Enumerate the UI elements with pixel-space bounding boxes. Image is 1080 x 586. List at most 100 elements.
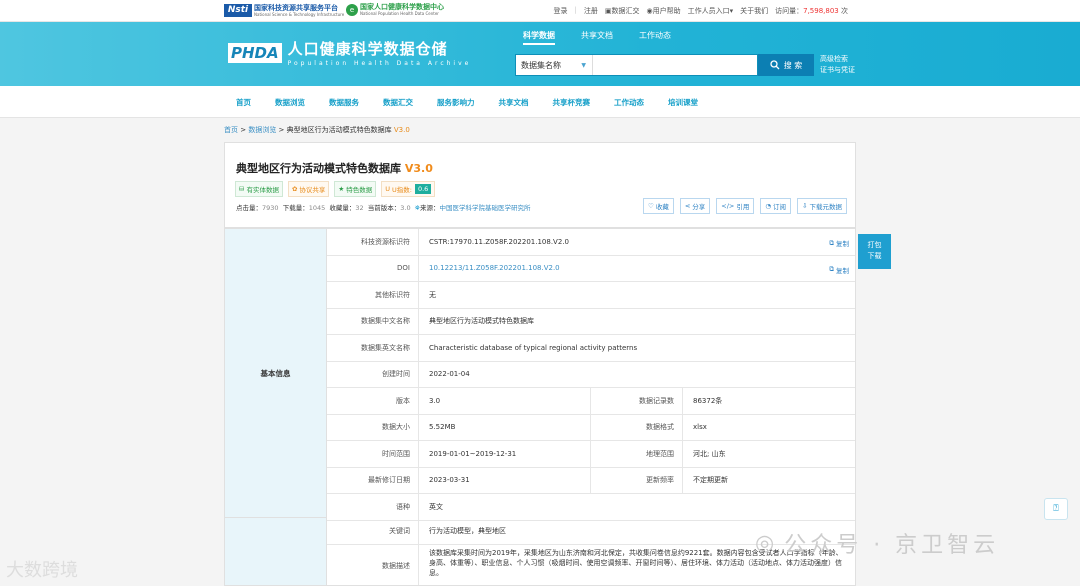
header-banner: PHDA 人口健康科学数据仓储 Population Health Data A…: [0, 22, 1080, 86]
nsti-logo-mark: Nsti: [224, 4, 252, 17]
tab-shared-docs[interactable]: 共享文档: [581, 30, 613, 45]
basic-info-group-label: 基本信息: [225, 229, 327, 518]
tab-science-data[interactable]: 科学数据: [523, 30, 555, 45]
watermark-brand: 大数跨境: [6, 560, 78, 581]
table-row: 数据集中文名称 典型地区行为活动模式特色数据库: [327, 308, 855, 335]
top-links: 登录 | 注册 ▣数据汇交 ◉用户帮助 工作人员入口▾ 关于我们 访问量：7,5…: [553, 6, 848, 16]
phda-logo: PHDA: [228, 42, 282, 63]
description-group-label: [225, 518, 327, 585]
u-index-value: 0.6: [414, 184, 432, 194]
nav-news[interactable]: 工作动态: [614, 97, 644, 108]
table-row: 其他标识符 无: [327, 282, 855, 309]
table-row: 数据集英文名称 Characteristic database of typic…: [327, 335, 855, 362]
share-button[interactable]: ⋖ 分享: [679, 198, 711, 214]
code-icon: </>: [721, 202, 735, 210]
download-metadata-button[interactable]: ⇩ 下载元数据: [797, 198, 847, 214]
about-link[interactable]: 关于我们: [740, 6, 768, 16]
table-row: 最新修订日期 2023-03-31 更新频率 不定期更新: [327, 467, 855, 494]
nav-home[interactable]: 首页: [236, 97, 251, 108]
table-row: 数据大小 5.52MB 数据格式 xlsx: [327, 414, 855, 441]
favorite-count: 32: [355, 204, 364, 212]
nav-impact[interactable]: 服务影响力: [437, 97, 475, 108]
dataset-title: 典型地区行为活动模式特色数据库 V3.0: [236, 162, 433, 175]
nsti-logo-cn: 国家科技资源共享服务平台: [254, 3, 338, 12]
chevron-down-icon: ▾: [729, 7, 734, 15]
breadcrumb-home[interactable]: 首页: [224, 126, 238, 134]
handshake-icon: ✿: [291, 185, 298, 193]
star-icon: ★: [338, 185, 345, 193]
breadcrumb-current: 典型地区行为活动模式特色数据库: [286, 126, 392, 134]
banner-tabs: 科学数据 共享文档 工作动态: [523, 30, 671, 45]
table-row: 语种 英文: [327, 494, 855, 521]
tag-physical-data: ⛁ 有实体数据: [235, 181, 283, 197]
register-link[interactable]: 注册: [584, 6, 598, 16]
tag-featured-data: ★ 特色数据: [334, 181, 377, 197]
data-collect-link[interactable]: ▣数据汇交: [605, 6, 640, 16]
caret-down-icon: ▼: [581, 61, 586, 69]
heart-icon: ♡: [648, 202, 654, 210]
copy-icon: ⧉: [829, 238, 834, 247]
download-count: 1045: [308, 204, 326, 212]
current-version: 3.0: [400, 204, 411, 212]
dataset-version: V3.0: [404, 162, 433, 175]
breadcrumb-browse[interactable]: 数据浏览: [248, 126, 276, 134]
staff-entry-link[interactable]: 工作人员入口▾: [688, 6, 734, 16]
search-box: 数据集名称 ▼: [515, 54, 758, 76]
nsti-logo-en: National Science & Technology Infrastruc…: [254, 11, 345, 17]
cstr-value: CSTR:17970.11.Z058F.202201.108.V2.0 ⧉ 复制: [429, 237, 849, 249]
dataset-actions: ♡ 收藏 ⋖ 分享 </> 引用 ◔ 订阅 ⇩ 下载元数据: [643, 198, 847, 214]
cite-button[interactable]: </> 引用: [716, 198, 755, 214]
copy-doi-button[interactable]: ⧉ 复制: [829, 265, 849, 275]
search-icon: [770, 60, 780, 70]
copy-cstr-button[interactable]: ⧉ 复制: [829, 238, 849, 249]
rss-icon: ◔: [765, 202, 772, 210]
login-link[interactable]: 登录: [554, 6, 568, 16]
dataset-header-card: 典型地区行为活动模式特色数据库 V3.0 ⛁ 有实体数据 ✿ 协议共享 ★ 特色数据 …: [224, 142, 856, 228]
dataset-stats: 点击量：7930 下载量：1045 收藏量：32 当前版本：3.0 ⛯来源：中国…: [236, 204, 531, 212]
advanced-links: 高级检索 证书与凭证: [820, 54, 855, 76]
table-row: 时间范围 2019-01-01~2019-12-31 地理范围 河北; 山东: [327, 441, 855, 468]
tag-agreement-share: ✿ 协议共享: [287, 181, 330, 197]
search-input[interactable]: [593, 55, 757, 75]
nhdc-logo-cn: 国家人口健康科学数据中心: [360, 3, 444, 11]
help-link[interactable]: ◉用户帮助: [647, 6, 681, 16]
advanced-search-link[interactable]: 高级检索: [820, 54, 855, 65]
nhdc-logo-en: National Population Health Data Center: [360, 11, 439, 16]
bulk-download-button[interactable]: 打包 下载: [858, 234, 891, 269]
tab-news[interactable]: 工作动态: [639, 30, 671, 45]
copy-icon: ⧉: [829, 265, 834, 273]
wechat-icon: ◎: [755, 530, 779, 556]
subscribe-button[interactable]: ◔ 订阅: [760, 198, 792, 214]
site-title: 人口健康科学数据仓储: [287, 40, 448, 58]
nav-contest[interactable]: 共享杯竞赛: [553, 97, 591, 108]
nav-services[interactable]: 数据服务: [329, 97, 359, 108]
search-button[interactable]: 搜 索: [758, 54, 814, 76]
database-icon: ⛁: [239, 185, 245, 193]
search-type-select[interactable]: 数据集名称 ▼: [516, 55, 593, 75]
table-row: 版本 3.0 数据记录数 86372条: [327, 388, 855, 415]
top-bar: Nsti 国家科技资源共享服务平台 National Science & Tec…: [0, 0, 1080, 22]
nav-training[interactable]: 培训课堂: [668, 97, 698, 108]
nav-docs[interactable]: 共享文档: [499, 97, 529, 108]
table-row: 科技资源标识符 CSTR:17970.11.Z058F.202201.108.V…: [327, 229, 855, 256]
favorite-button[interactable]: ♡ 收藏: [643, 198, 674, 214]
u-icon: U: [385, 185, 390, 193]
share-icon: ⋖: [684, 202, 691, 210]
download-icon: ⇩: [802, 202, 808, 210]
visit-counter: 访问量：7,598,803 次: [775, 7, 848, 15]
dataset-tags: ⛁ 有实体数据 ✿ 协议共享 ★ 特色数据 U U指数: 0.6: [235, 181, 436, 197]
nsti-logo[interactable]: Nsti 国家科技资源共享服务平台 National Science & Tec…: [224, 4, 344, 17]
source-link[interactable]: 中国医学科学院基础医学研究所: [439, 204, 530, 212]
doi-link[interactable]: 10.12213/11.Z058F.202201.108.V2.0 ⧉ 复制: [419, 256, 855, 282]
table-row: 创建时间 2022-01-04: [327, 361, 855, 388]
feedback-icon[interactable]: ⍰: [1044, 498, 1068, 520]
table-row: DOI 10.12213/11.Z058F.202201.108.V2.0 ⧉ 复…: [327, 255, 855, 282]
nhdc-logo-mark: e: [346, 4, 358, 16]
nav-browse[interactable]: 数据浏览: [275, 97, 305, 108]
u-index-badge: U U指数: 0.6: [381, 181, 436, 197]
certificate-link[interactable]: 证书与凭证: [820, 65, 855, 76]
nav-collect[interactable]: 数据汇交: [383, 97, 413, 108]
site-brand[interactable]: PHDA 人口健康科学数据仓储 Population Health Data A…: [228, 38, 471, 67]
watermark-wechat: ◎ 公众号 · 京卫智云: [755, 530, 1000, 559]
nhdc-logo[interactable]: e 国家人口健康科学数据中心 National Population Healt…: [346, 4, 444, 16]
